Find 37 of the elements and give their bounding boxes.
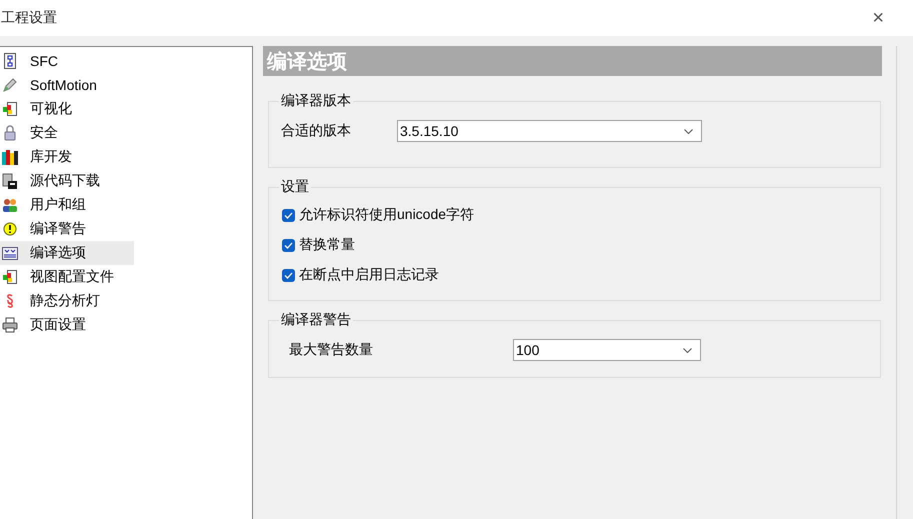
users-icon xyxy=(2,197,18,213)
sidebar-item[interactable]: 安全 xyxy=(0,121,134,145)
sidebar-item[interactable]: 页面设置 xyxy=(0,313,134,337)
sidebar-item[interactable]: 用户和组 xyxy=(0,193,134,217)
warning-icon xyxy=(2,221,18,237)
field-label: 最大警告数量 xyxy=(288,341,374,359)
checkbox-option[interactable]: 替换常量 xyxy=(279,230,870,260)
group-title: 编译器版本 xyxy=(280,92,352,110)
checkbox[interactable] xyxy=(282,238,295,252)
checkmark-icon xyxy=(284,272,293,278)
close-button[interactable]: × xyxy=(868,6,888,30)
grid-icon xyxy=(2,245,18,261)
group-title: 编译器警告 xyxy=(280,311,352,329)
checkmark-icon xyxy=(284,242,293,248)
checkbox[interactable] xyxy=(282,268,295,282)
field-label: 合适的版本 xyxy=(280,122,352,140)
checkbox-option[interactable]: 允许标识符使用unicode字符 xyxy=(279,200,870,230)
chevron-icon xyxy=(684,128,693,134)
checkmark-icon xyxy=(284,212,293,218)
panel-header: 编译选项 xyxy=(263,46,882,76)
checkbox-option[interactable]: 在断点中启用日志记录 xyxy=(279,260,870,290)
sidebar-item[interactable]: 可视化 xyxy=(0,97,134,121)
sidebar-item[interactable]: SFC xyxy=(0,49,134,73)
sidebar-item[interactable]: 编译选项 xyxy=(0,241,134,265)
sidebar-item[interactable]: 静态分析灯 xyxy=(0,289,134,313)
version-dropdown[interactable]: 3.5.15.10 xyxy=(397,120,702,142)
chevron-icon xyxy=(683,348,692,352)
count-dropdown[interactable]: 100 xyxy=(513,339,701,361)
books-icon xyxy=(2,149,18,165)
group-title: 设置 xyxy=(280,178,310,196)
sidebar-item[interactable]: SoftMotion xyxy=(0,73,134,97)
sidebar-item[interactable]: 编译警告 xyxy=(0,217,134,241)
sidebar-item[interactable]: 库开发 xyxy=(0,145,134,169)
sidebar-item[interactable]: 视图配置文件 xyxy=(0,265,134,289)
window-title: 工程设置 xyxy=(1,9,57,27)
checkbox[interactable] xyxy=(282,208,295,222)
sidebar-item[interactable]: 源代码下载 xyxy=(0,169,134,193)
